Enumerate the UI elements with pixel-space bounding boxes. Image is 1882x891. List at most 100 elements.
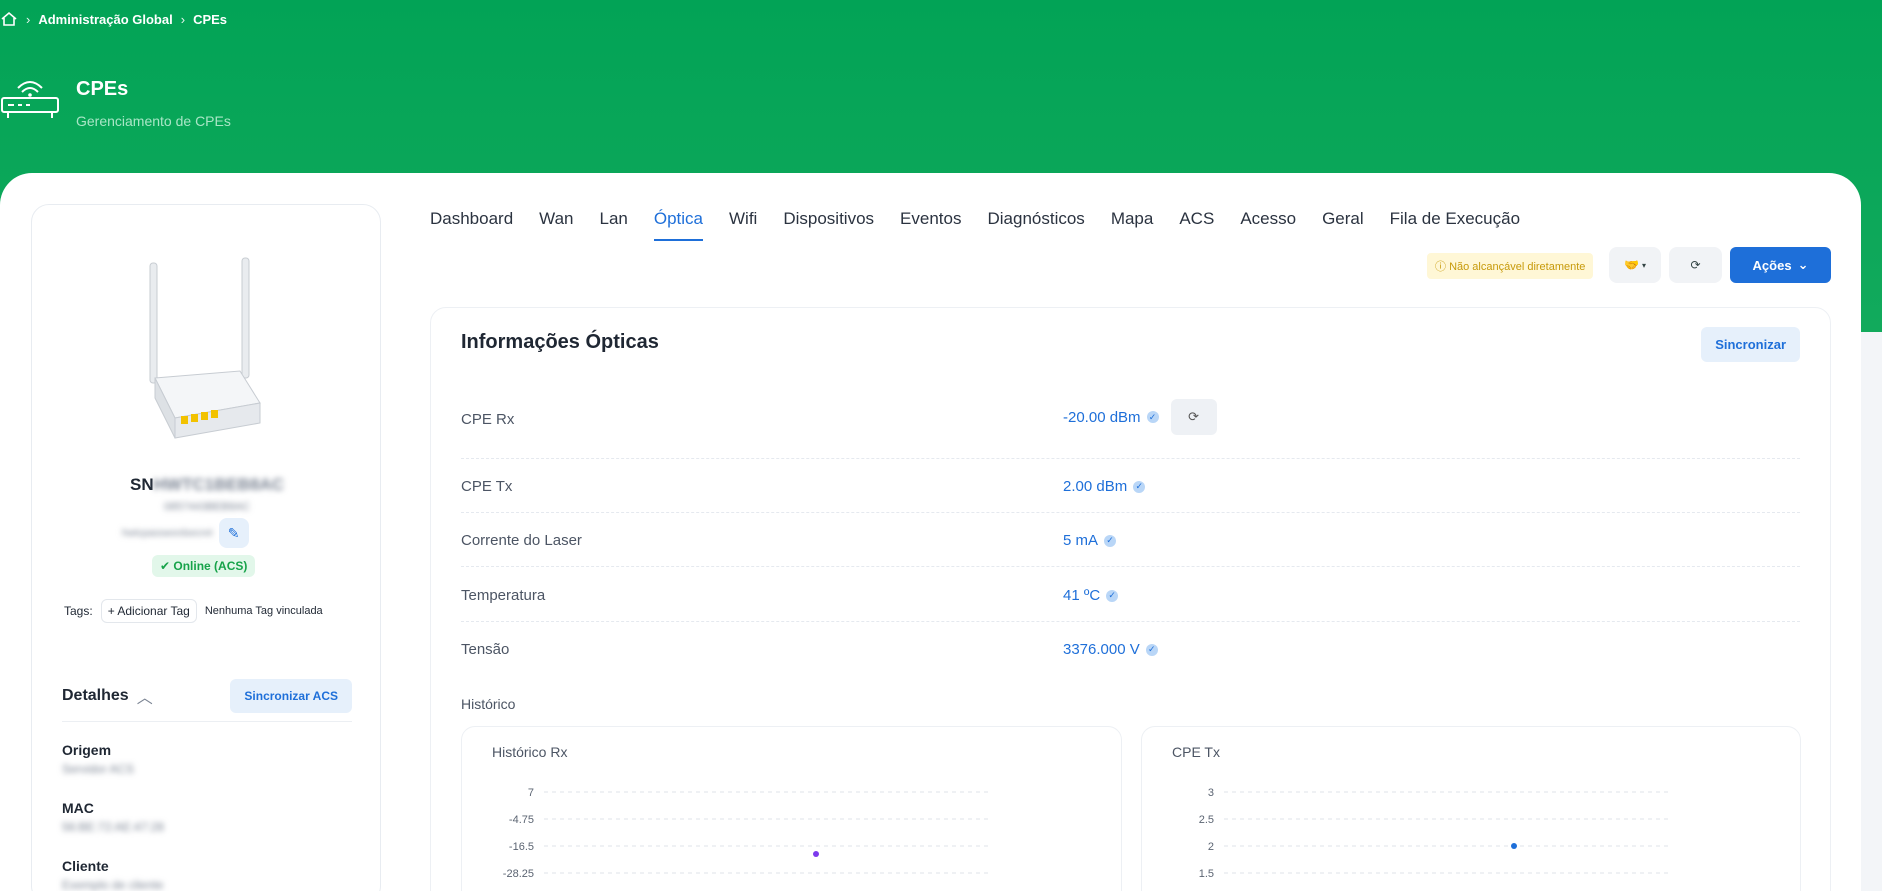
page-subtitle: Gerenciamento de CPEs: [76, 113, 231, 129]
row-divider: [461, 512, 1800, 513]
tab-wifi[interactable]: Wifi: [729, 209, 757, 241]
details-title: Detalhes: [62, 687, 129, 704]
value-text: -20.00 dBm: [1063, 408, 1141, 426]
refresh-icon: ⟳: [1188, 409, 1199, 424]
page-header: CPEs Gerenciamento de CPEs: [0, 72, 231, 129]
refresh-button[interactable]: ⟳: [1669, 247, 1722, 283]
warning-text: Não alcançável diretamente: [1449, 261, 1586, 273]
device-image: [149, 257, 261, 439]
row-divider: [461, 566, 1800, 567]
tags-label: Tags:: [64, 604, 93, 618]
optical-title: Informações Ópticas: [461, 331, 659, 353]
actions-button[interactable]: Ações ⌄: [1730, 247, 1831, 283]
value-text: 41 ºC: [1063, 587, 1101, 604]
tab-wan[interactable]: Wan: [539, 209, 573, 241]
edit-button[interactable]: ✎: [218, 518, 249, 548]
password-mask: hwtcpasswordsecret: [122, 527, 213, 539]
sync-button[interactable]: Sincronizar: [1701, 327, 1800, 362]
handshake-icon: 🤝: [1624, 258, 1639, 272]
status-text: Online (ACS): [173, 559, 248, 573]
optical-info-card: Informações Ópticas Sincronizar CPE Rx -…: [430, 307, 1831, 891]
detail-mac: MAC 56:BE:72:AE:47:28: [62, 800, 164, 834]
row-label: Corrente do Laser: [461, 532, 582, 549]
tx-history-chart: CPE Tx 3 2.5 2 1.5: [1141, 726, 1801, 891]
row-label: Temperatura: [461, 587, 546, 604]
chevron-up-icon[interactable]: ︿: [137, 684, 153, 708]
detail-origem: Origem Servidor ACS: [62, 742, 134, 776]
row-label: CPE Rx: [461, 411, 515, 428]
chart-title: CPE Tx: [1172, 744, 1220, 760]
tab-dispositivos[interactable]: Dispositivos: [783, 209, 874, 241]
tags-row: Tags: + Adicionar Tag Nenhuma Tag vincul…: [64, 599, 323, 623]
check-icon: ✓: [1106, 589, 1119, 602]
row-label: Tensão: [461, 641, 510, 658]
check-icon: ✓: [1104, 534, 1117, 547]
tab-optica[interactable]: Óptica: [653, 209, 704, 241]
check-icon: ✓: [1133, 480, 1146, 493]
tab-dashboard[interactable]: Dashboard: [430, 209, 513, 241]
detail-cliente: Cliente Exemplo de cliente: [62, 858, 163, 891]
no-tag-text: Nenhuma Tag vinculada: [204, 605, 323, 617]
tab-geral[interactable]: Geral: [1322, 209, 1364, 241]
breadcrumb-item[interactable]: CPEs: [193, 12, 227, 27]
password-row: hwtcpasswordsecret ✎: [122, 518, 249, 548]
breadcrumb: › Administração Global › CPEs: [0, 11, 227, 27]
caret-down-icon: ▾: [1641, 260, 1646, 270]
chevron-down-icon: ⌄: [1797, 257, 1809, 272]
chevron-right-icon: ›: [26, 11, 31, 27]
history-label: Histórico: [461, 696, 516, 712]
device-card: SNHWTC1BEB8AC 0857443BEB8AC hwtcpassword…: [31, 204, 381, 891]
status-badge: ✔ Online (ACS): [152, 555, 256, 577]
data-point[interactable]: [1511, 843, 1517, 849]
sync-acs-button[interactable]: Sincronizar ACS: [230, 679, 352, 713]
refresh-icon: ⟳: [1690, 258, 1701, 272]
tab-fila-execucao[interactable]: Fila de Execução: [1390, 209, 1520, 241]
y-tick-label: -16.5: [509, 841, 534, 853]
page-title: CPEs: [76, 78, 129, 100]
chart-title: Histórico Rx: [492, 744, 568, 760]
detail-key: Origem: [62, 742, 112, 758]
breadcrumb-item[interactable]: Administração Global: [38, 12, 172, 27]
actions-label: Ações: [1752, 257, 1792, 273]
data-point[interactable]: [813, 851, 819, 858]
detail-value: Servidor ACS: [62, 762, 135, 776]
tab-bar: Dashboard Wan Lan Óptica Wifi Dispositiv…: [430, 209, 1520, 241]
y-tick-label: 7: [528, 787, 534, 799]
value-text: 3376.000 V: [1063, 641, 1140, 658]
details-header: Detalhes ︿ Sincronizar ACS: [62, 679, 352, 722]
row-value: 3376.000 V ✓: [1063, 641, 1158, 658]
check-icon: ✓: [1146, 411, 1159, 423]
router-icon: [1, 81, 59, 118]
detail-key: Cliente: [62, 858, 109, 874]
add-tag-button[interactable]: + Adicionar Tag: [100, 599, 197, 623]
value-text: 5 mA: [1063, 532, 1099, 549]
detail-value: Exemplo de cliente: [62, 878, 164, 891]
tab-mapa[interactable]: Mapa: [1111, 209, 1154, 241]
row-label: CPE Tx: [461, 478, 513, 495]
pencil-icon: ✎: [227, 524, 240, 541]
tab-lan[interactable]: Lan: [600, 209, 628, 241]
access-dropdown-button[interactable]: 🤝 ▾: [1609, 247, 1661, 283]
y-tick-label: 3: [1208, 787, 1214, 799]
refresh-rx-button[interactable]: ⟳: [1170, 399, 1217, 435]
row-value: -20.00 dBm ✓ ⟳: [1063, 399, 1217, 435]
row-value: 5 mA ✓: [1063, 532, 1117, 549]
tab-diagnosticos[interactable]: Diagnósticos: [987, 209, 1084, 241]
y-tick-label: -4.75: [509, 814, 534, 826]
device-model: 0857443BEB8AC: [163, 501, 251, 513]
rx-chart-plot: 7 -4.75 -16.5 -28.25: [503, 787, 992, 880]
home-icon[interactable]: [0, 11, 18, 27]
detail-value: 56:BE:72:AE:47:28: [62, 820, 165, 834]
value-text: 2.00 dBm: [1063, 478, 1128, 495]
check-icon: ✓: [1145, 643, 1158, 656]
chevron-right-icon: ›: [180, 11, 186, 27]
serial-number: SNHWTC1BEB8AC: [32, 475, 382, 495]
row-value: 41 ºC ✓: [1063, 587, 1119, 604]
row-value: 2.00 dBm ✓: [1063, 478, 1146, 495]
y-tick-label: -28.25: [503, 868, 534, 880]
tab-acesso[interactable]: Acesso: [1240, 209, 1296, 241]
serial-prefix: SN: [130, 475, 154, 494]
tab-eventos[interactable]: Eventos: [900, 209, 961, 241]
serial-value: HWTC1BEB8AC: [153, 475, 284, 494]
tab-acs[interactable]: ACS: [1179, 209, 1214, 241]
